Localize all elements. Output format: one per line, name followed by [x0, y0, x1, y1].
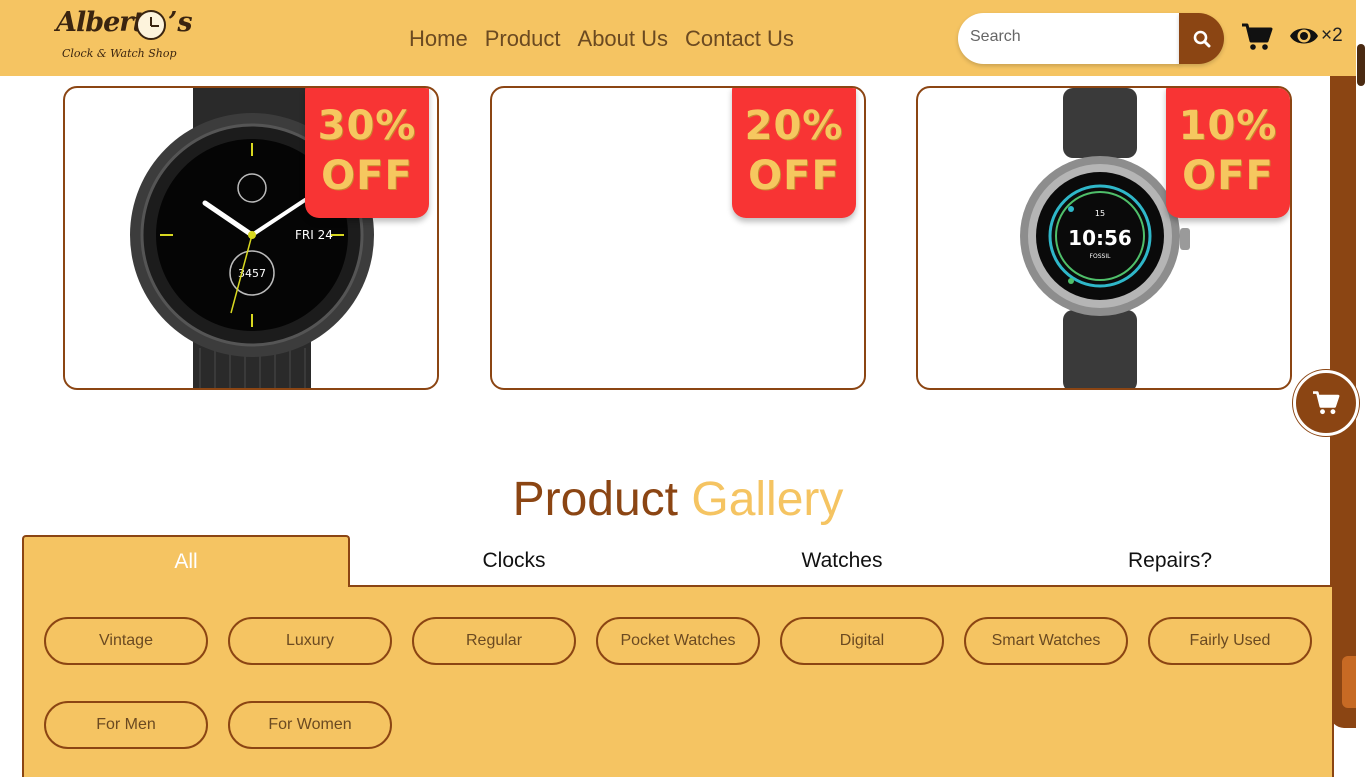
svg-text:FRI 24: FRI 24	[295, 228, 333, 242]
filter-luxury[interactable]: Luxury	[228, 617, 392, 665]
gallery-title: Product Gallery	[0, 470, 1356, 530]
tab-repairs[interactable]: Repairs?	[1006, 535, 1334, 587]
filter-digital[interactable]: Digital	[780, 617, 944, 665]
svg-text:FOSSIL: FOSSIL	[1090, 253, 1112, 260]
logo[interactable]: Albert ’s Clock & Watch Shop	[52, 5, 197, 67]
scrollbar-thumb[interactable]	[1357, 44, 1365, 86]
offer-card-3[interactable]: 15 10:56 FOSSIL 10% OFF	[916, 86, 1292, 390]
eye-count: ×2	[1321, 25, 1343, 46]
scrollbar[interactable]	[1356, 0, 1366, 761]
filter-panel: Vintage Luxury Regular Pocket Watches Di…	[22, 587, 1334, 777]
view-counter[interactable]: ×2	[1289, 22, 1343, 50]
logo-tagline: Clock & Watch Shop	[62, 47, 177, 60]
filter-vintage[interactable]: Vintage	[44, 617, 208, 665]
offer-card-2[interactable]: 20% OFF	[490, 86, 866, 390]
side-rail-tab[interactable]	[1342, 656, 1356, 708]
cart-icon	[1313, 391, 1340, 415]
cart-icon[interactable]	[1241, 22, 1273, 52]
filter-smart-watches[interactable]: Smart Watches	[964, 617, 1128, 665]
discount-badge: 30% OFF	[305, 88, 429, 218]
nav-about-us[interactable]: About Us	[578, 26, 669, 52]
nav-product[interactable]: Product	[485, 26, 561, 52]
logo-suffix: ’s	[168, 7, 193, 38]
nav-contact-us[interactable]: Contact Us	[685, 26, 794, 52]
tab-clocks[interactable]: Clocks	[350, 535, 678, 587]
search-button[interactable]	[1179, 13, 1224, 64]
tab-all[interactable]: All	[22, 535, 350, 587]
nav-home[interactable]: Home	[409, 26, 468, 52]
filter-for-women[interactable]: For Women	[228, 701, 392, 749]
discount-badge: 20% OFF	[732, 88, 856, 218]
gallery-title-word2: Gallery	[691, 473, 844, 526]
logo-text: Albert	[56, 7, 145, 38]
filter-pocket-watches[interactable]: Pocket Watches	[596, 617, 760, 665]
filter-for-men[interactable]: For Men	[44, 701, 208, 749]
pocket-watch-icon	[136, 10, 166, 40]
filter-fairly-used[interactable]: Fairly Used	[1148, 617, 1312, 665]
gallery-title-word1: Product	[512, 473, 679, 526]
tab-watches[interactable]: Watches	[678, 535, 1006, 587]
search-input[interactable]	[970, 28, 1165, 46]
search-box	[958, 13, 1180, 64]
discount-badge: 10% OFF	[1166, 88, 1290, 218]
svg-text:15: 15	[1095, 209, 1105, 218]
svg-text:10:56: 10:56	[1068, 226, 1132, 250]
floating-cart-button[interactable]	[1293, 370, 1359, 436]
eye-icon	[1290, 28, 1318, 44]
gallery-tabs: All Clocks Watches Repairs?	[22, 535, 1332, 587]
filter-regular[interactable]: Regular	[412, 617, 576, 665]
header: Albert ’s Clock & Watch Shop Home Produc…	[0, 0, 1366, 76]
search-icon	[1193, 30, 1210, 47]
offer-card-1[interactable]: 3457 FRI 24 30% OFF	[63, 86, 439, 390]
main-nav: Home Product About Us Contact Us	[409, 26, 794, 52]
